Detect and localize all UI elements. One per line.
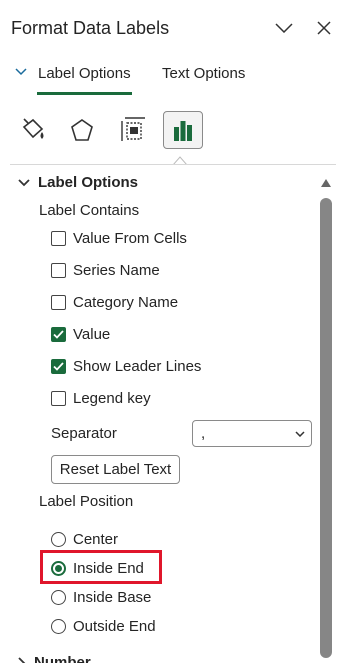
radio-label: Center	[73, 531, 119, 548]
pane-options-button[interactable]	[272, 16, 296, 40]
label-options-section-header[interactable]: Label Options	[18, 174, 138, 191]
format-data-labels-pane: Format Data Labels Label Options Text Op…	[0, 0, 351, 663]
checkbox-label: Value From Cells	[73, 230, 187, 247]
separator-dropdown[interactable]: ,	[192, 420, 312, 447]
checkbox-value[interactable]: Value	[51, 326, 110, 343]
checkmark-icon	[53, 362, 64, 371]
checkbox-label: Legend key	[73, 390, 151, 407]
radio-button[interactable]	[51, 590, 66, 605]
tab-text-options[interactable]: Text Options	[162, 65, 245, 82]
checkbox-category-name[interactable]: Category Name	[51, 294, 178, 311]
checkbox-label: Value	[73, 326, 111, 343]
section-title: Label Options	[38, 174, 139, 191]
radio-outside-end[interactable]: Outside End	[51, 618, 156, 635]
checkbox-show-leader-lines[interactable]: Show Leader Lines	[51, 358, 201, 375]
chevron-down-icon	[18, 178, 30, 186]
radio-inside-base[interactable]: Inside Base	[51, 589, 151, 606]
checkbox-box[interactable]	[51, 295, 66, 310]
scroll-up-arrow-icon[interactable]	[320, 178, 332, 188]
close-pane-button[interactable]	[312, 16, 336, 40]
close-icon	[317, 21, 331, 35]
section-title: Number	[34, 654, 91, 663]
separator-value: ,	[201, 425, 206, 442]
radio-button[interactable]	[51, 532, 66, 547]
pane-title: Format Data Labels	[11, 18, 170, 38]
highlight-box	[40, 550, 162, 584]
radio-label: Inside Base	[73, 589, 152, 606]
label-contains-heading: Label Contains	[39, 202, 140, 219]
checkbox-label: Series Name	[73, 262, 160, 279]
checkbox-label: Category Name	[73, 294, 179, 311]
tab-selected-indicator	[37, 92, 132, 95]
checkbox-box[interactable]	[51, 359, 66, 374]
chevron-down-icon	[295, 430, 305, 437]
checkbox-box[interactable]	[51, 391, 66, 406]
separator-label: Separator	[51, 425, 117, 442]
chevron-down-icon	[275, 23, 293, 33]
checkbox-legend-key[interactable]: Legend key	[51, 390, 151, 407]
effects-pentagon-icon	[71, 119, 93, 141]
checkbox-box[interactable]	[51, 263, 66, 278]
fill-line-category-button[interactable]	[13, 111, 53, 149]
label-position-heading: Label Position	[39, 493, 134, 510]
checkbox-box[interactable]	[51, 231, 66, 246]
chevron-right-icon	[18, 656, 26, 663]
checkbox-series-name[interactable]: Series Name	[51, 262, 160, 279]
reset-label-text-button[interactable]: Reset Label Text	[51, 455, 180, 484]
chevron-down-icon	[15, 68, 27, 76]
checkbox-value-from-cells[interactable]: Value From Cells	[51, 230, 187, 247]
divider	[10, 164, 336, 165]
checkbox-box[interactable]	[51, 327, 66, 342]
checkmark-icon	[53, 330, 64, 339]
effects-category-button[interactable]	[62, 111, 102, 149]
size-properties-category-button[interactable]	[114, 111, 154, 149]
label-options-category-button[interactable]	[163, 111, 203, 149]
radio-label: Outside End	[73, 618, 156, 635]
size-properties-icon	[121, 117, 145, 141]
number-section-header[interactable]: Number	[18, 654, 91, 663]
checkbox-label: Show Leader Lines	[73, 358, 202, 375]
fill-line-icon	[22, 118, 44, 139]
radio-center[interactable]: Center	[51, 531, 118, 548]
tab-label-options[interactable]: Label Options	[38, 65, 131, 82]
radio-button[interactable]	[51, 619, 66, 634]
scrollbar-thumb[interactable]	[320, 198, 332, 658]
label-options-bar-chart-icon	[174, 121, 192, 141]
